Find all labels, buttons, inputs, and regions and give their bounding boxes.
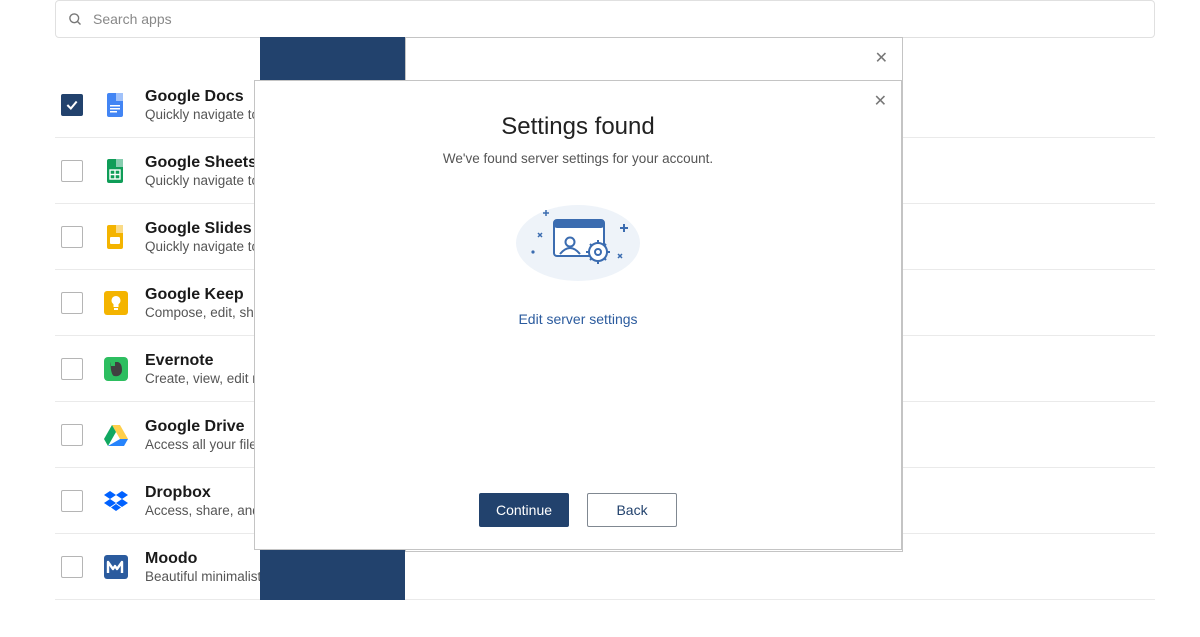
search-icon — [68, 12, 83, 27]
dialog-subtitle: We've found server settings for your acc… — [443, 151, 713, 166]
close-icon[interactable]: ✕ — [870, 89, 891, 113]
settings-found-dialog: ✕ Settings found We've found server sett… — [254, 80, 902, 550]
moodo-icon — [103, 554, 129, 580]
evernote-icon — [103, 356, 129, 382]
edit-server-settings-link[interactable]: Edit server settings — [518, 311, 637, 327]
app-checkbox[interactable] — [61, 94, 83, 116]
gslides-icon — [103, 224, 129, 250]
dropbox-icon — [103, 488, 129, 514]
app-checkbox[interactable] — [61, 424, 83, 446]
app-checkbox[interactable] — [61, 490, 83, 512]
back-button[interactable]: Back — [587, 493, 677, 527]
dialog-title: Settings found — [501, 113, 654, 141]
close-icon[interactable]: ✕ — [871, 46, 892, 70]
app-checkbox[interactable] — [61, 226, 83, 248]
dialog-button-row: Continue Back — [255, 493, 901, 527]
continue-button[interactable]: Continue — [479, 493, 569, 527]
gdrive-icon — [103, 422, 129, 448]
gkeep-icon — [103, 290, 129, 316]
app-checkbox[interactable] — [61, 556, 83, 578]
app-checkbox[interactable] — [61, 358, 83, 380]
app-checkbox[interactable] — [61, 160, 83, 182]
gdocs-icon — [103, 92, 129, 118]
gsheets-icon — [103, 158, 129, 184]
search-bar[interactable] — [55, 0, 1155, 38]
settings-illustration — [498, 188, 658, 293]
search-input[interactable] — [93, 11, 1142, 27]
app-checkbox[interactable] — [61, 292, 83, 314]
